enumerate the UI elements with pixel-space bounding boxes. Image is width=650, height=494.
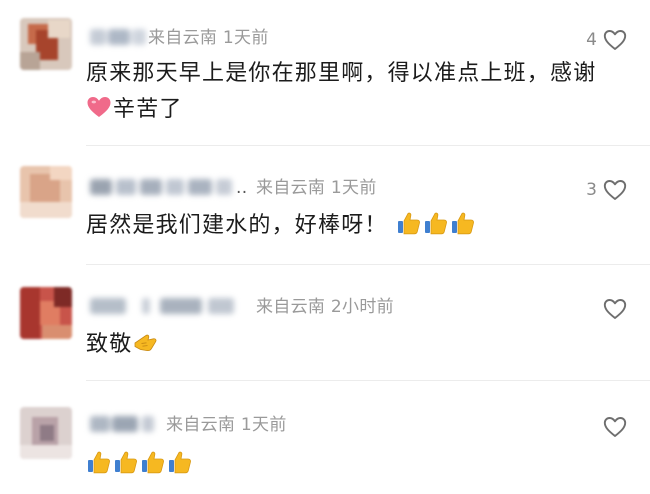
comment-time: 1天前 bbox=[222, 28, 269, 48]
username[interactable] bbox=[90, 26, 150, 48]
comment-meta: 来自云南 1天前 bbox=[166, 414, 287, 436]
thumbs-up-icon bbox=[397, 212, 420, 235]
comment-text: 原来那天早上是你在那里啊，得以准点上班，感谢 辛苦了 bbox=[86, 56, 626, 128]
like-button[interactable]: 3 bbox=[586, 177, 628, 203]
comment-time: 2小时前 bbox=[330, 297, 394, 317]
name-ellipsis: .. bbox=[236, 178, 248, 198]
heart-outline-icon bbox=[603, 417, 627, 437]
username[interactable] bbox=[90, 413, 156, 435]
like-count: 3 bbox=[586, 180, 597, 200]
saluting-hand-icon bbox=[135, 334, 157, 352]
comment-text bbox=[86, 447, 626, 483]
comment-location: 来自云南 bbox=[148, 28, 218, 48]
thumbs-up-icon bbox=[451, 212, 474, 235]
avatar[interactable] bbox=[20, 407, 72, 459]
comment-item: 来自云南 1天前 4 原来那天早上是你在那里啊，得以准点上班，感谢 辛苦了 bbox=[0, 0, 650, 146]
emoji-group bbox=[396, 212, 477, 238]
username[interactable] bbox=[90, 176, 248, 198]
thumbs-up-icon bbox=[142, 451, 164, 474]
comment-time: 1天前 bbox=[330, 178, 377, 198]
comment-text: 居然是我们建水的，好棒呀！ bbox=[86, 208, 626, 244]
comment-text-part: 致敬 bbox=[86, 332, 133, 357]
comment-meta: 来自云南 1天前 bbox=[256, 177, 377, 199]
like-button[interactable]: 4 bbox=[586, 27, 628, 53]
heart-outline-icon bbox=[603, 30, 627, 50]
comment-text: 致敬 bbox=[86, 327, 626, 363]
thumbs-up-icon bbox=[88, 451, 110, 474]
comment-item: 来自云南 1天前 bbox=[0, 381, 650, 494]
comment-text-part: 原来那天早上是你在那里啊，得以准点上班，感谢 bbox=[86, 61, 597, 86]
avatar[interactable] bbox=[20, 287, 72, 339]
thumbs-up-icon bbox=[424, 212, 447, 235]
thumbs-up-icon bbox=[169, 451, 191, 474]
avatar[interactable] bbox=[20, 18, 72, 70]
comment-location: 来自云南 bbox=[256, 297, 326, 317]
comment-item: 来自云南 2小时前 致敬 bbox=[0, 265, 650, 381]
comment-text-part: 居然是我们建水的，好棒呀！ bbox=[86, 213, 388, 238]
comment-text-part: 辛苦了 bbox=[113, 97, 183, 122]
comment-meta: 来自云南 2小时前 bbox=[256, 296, 394, 318]
username[interactable] bbox=[90, 295, 246, 317]
heart-outline-icon bbox=[603, 180, 627, 200]
comment-time: 1天前 bbox=[240, 415, 287, 435]
avatar[interactable] bbox=[20, 166, 72, 218]
like-count: 4 bbox=[586, 30, 597, 50]
comment-location: 来自云南 bbox=[166, 415, 236, 435]
heart-outline-icon bbox=[603, 299, 627, 319]
pink-heart-icon bbox=[87, 97, 111, 117]
comment-item: .. 来自云南 1天前 3 居然是我们建水的，好棒呀！ bbox=[0, 146, 650, 264]
comment-meta: 来自云南 1天前 bbox=[148, 27, 269, 49]
like-button[interactable] bbox=[597, 296, 628, 322]
like-button[interactable] bbox=[597, 414, 628, 440]
comment-location: 来自云南 bbox=[256, 178, 326, 198]
thumbs-up-icon bbox=[115, 451, 137, 474]
emoji-group bbox=[86, 451, 194, 477]
